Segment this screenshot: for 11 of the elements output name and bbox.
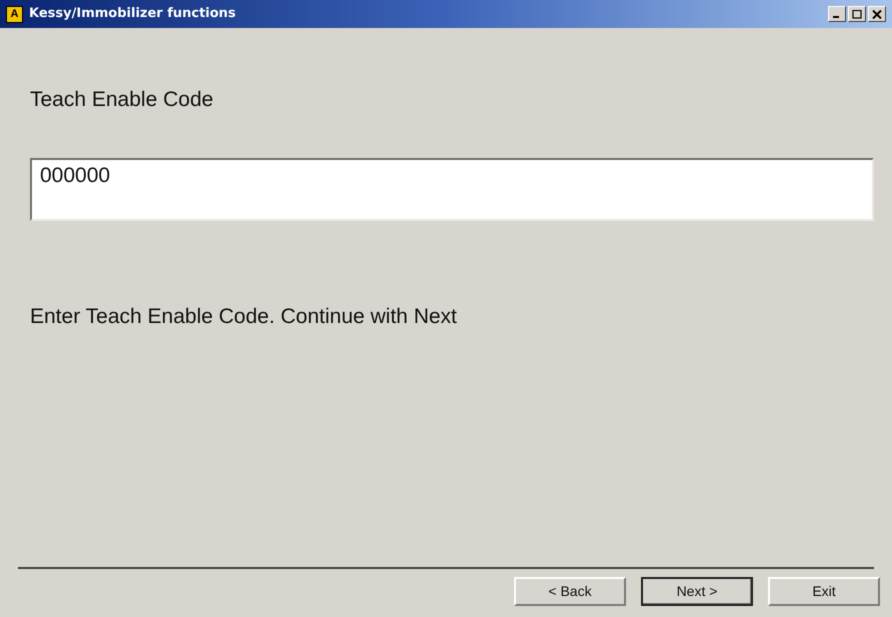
minimize-icon[interactable] — [828, 6, 846, 22]
window-title: Kessy/Immobilizer functions — [29, 5, 236, 24]
code-input-field[interactable]: 000000 — [30, 158, 874, 220]
app-icon: A — [6, 6, 23, 22]
dialog-button[interactable]: Exit — [768, 577, 880, 606]
dialog-button[interactable]: Next > — [641, 577, 753, 606]
dialog-button[interactable]: < Back — [514, 577, 626, 606]
maximize-icon[interactable] — [848, 6, 866, 22]
close-icon[interactable] — [868, 6, 886, 22]
instruction-text: Enter Teach Enable Code. Continue with Next — [30, 304, 458, 330]
heading: Teach Enable Code — [30, 87, 214, 113]
